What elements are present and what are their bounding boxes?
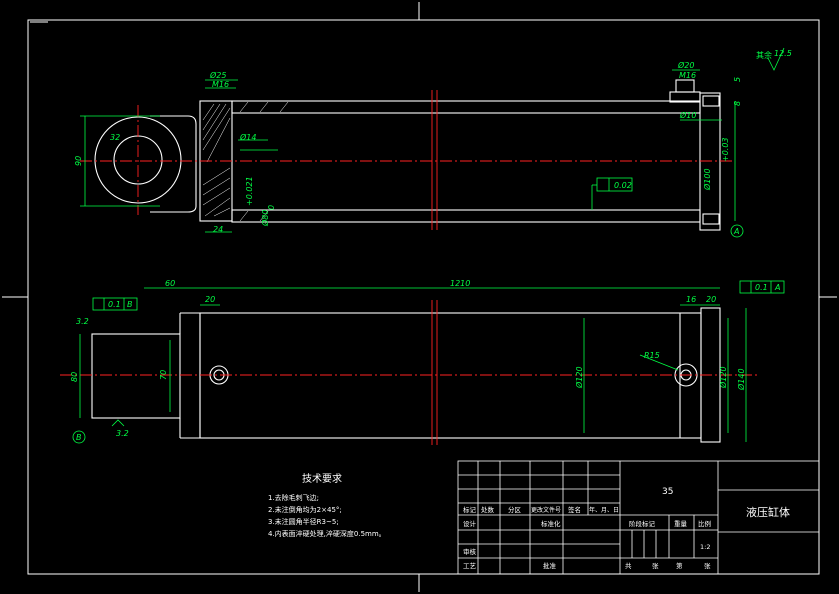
dim-d120b: Ø120 [718,366,728,389]
surface-value: 12.5 [774,49,792,58]
tb-stage: 阶段标记 [629,519,656,528]
tech-req-3: 3.未注圆角半径R3~5; [268,517,339,526]
dim-d25: Ø25 [209,70,226,80]
tb-h-zone: 分区 [508,505,522,514]
dim-20b: 20 [706,295,716,304]
datum-a-label: A [733,227,739,236]
dim-d140: Ø140 [736,368,746,391]
tol-0-1-b: 0.1 [755,283,768,292]
dim-m16: M16 [212,80,229,89]
tb-design: 设计 [463,519,477,528]
tb-scale-label: 比例 [698,519,711,528]
dim-8: 8 [733,101,742,106]
surface-note: 其余 [756,50,772,60]
dim-70: 70 [159,370,168,380]
dim-5: 5 [733,77,742,82]
engineering-drawing: Ø25 M16 Ø20 M16 Ø14 Ø80 +0.021 0 Ø10 Ø10… [2,2,837,592]
tb-weight: 重量 [674,520,688,528]
dim-80: 80 [70,372,79,382]
tb-material: 35 [662,487,673,497]
tb-h-count: 处数 [481,505,495,514]
datum-b-label: B [76,433,82,442]
dim-1210: 1210 [450,279,470,288]
dim-90: 90 [74,156,83,166]
tb-h-mark: 标记 [463,505,477,514]
cap-hatching [202,103,231,217]
tb-standard: 标准化 [541,519,561,528]
dim-20: 20 [205,295,215,304]
rough-3-2: 3.2 [76,317,89,326]
tb-h-sign: 签名 [568,505,581,514]
dim-d20: Ø20 [677,60,694,70]
dim-tol-zero: 0 [267,205,276,210]
technical-requirements: 技术要求 1.去除毛刺飞边; 2.未注倒角均为2×45°; 3.未注圆角半径R3… [268,472,386,538]
tb-h-doc: 更改文件号 [531,506,561,514]
tb-total: 共 [625,561,632,570]
tb-approve: 批准 [543,561,557,570]
dim-d14: Ø14 [239,132,256,142]
flatness-value: 0.02 [614,181,632,190]
tb-part-name: 液压缸体 [746,505,790,519]
dim-24: 24 [213,225,223,234]
tb-scale: 1:2 [700,543,710,551]
datum-a-ref: A [774,283,780,292]
dim-16: 16 [686,295,696,304]
dim-m16b: M16 [679,71,696,80]
tol-0-1: 0.1 [108,300,121,309]
rough-3-2-b: 3.2 [116,429,129,438]
tb-sheet2: 张 [704,561,711,570]
dim-tol-plus: +0.021 [245,176,254,206]
dim-d120: Ø120 [574,366,584,389]
tech-req-title: 技术要求 [302,472,342,485]
datum-b-ref: B [127,300,133,309]
dim-r32: 32 [110,133,120,142]
tech-req-4: 4.内表面淬硬处理,淬硬深度0.5mm。 [268,529,386,538]
dim-d80: Ø80 [260,210,270,227]
dim-r15: R15 [644,351,660,360]
tb-check: 审核 [463,547,477,556]
dim-60: 60 [165,279,175,288]
tb-h-date: 年、月、日 [589,506,619,514]
dim-d10: Ø10 [679,110,696,120]
title-block: 35 液压缸体 标记 处数 分区 更改文件号 签名 年、月、日 设计 标准化 审… [457,460,820,575]
tech-req-1: 1.去除毛刺飞边; [268,493,319,502]
dim-d100: Ø100 [702,168,712,191]
tb-of: 第 [676,561,683,570]
dim-d100-tol: +0.03 [721,137,730,162]
bottom-view: 60 1210 20 16 20 80 70 Ø120 Ø120 Ø140 R1… [60,279,785,445]
tech-req-2: 2.未注倒角均为2×45°; [268,505,342,514]
top-dimensions: Ø25 M16 Ø20 M16 Ø14 Ø80 +0.021 0 Ø10 Ø10… [74,47,792,238]
tb-craft: 工艺 [463,562,477,570]
tb-sheet: 张 [652,561,659,570]
top-view: Ø25 M16 Ø20 M16 Ø14 Ø80 +0.021 0 Ø10 Ø10… [74,47,792,238]
